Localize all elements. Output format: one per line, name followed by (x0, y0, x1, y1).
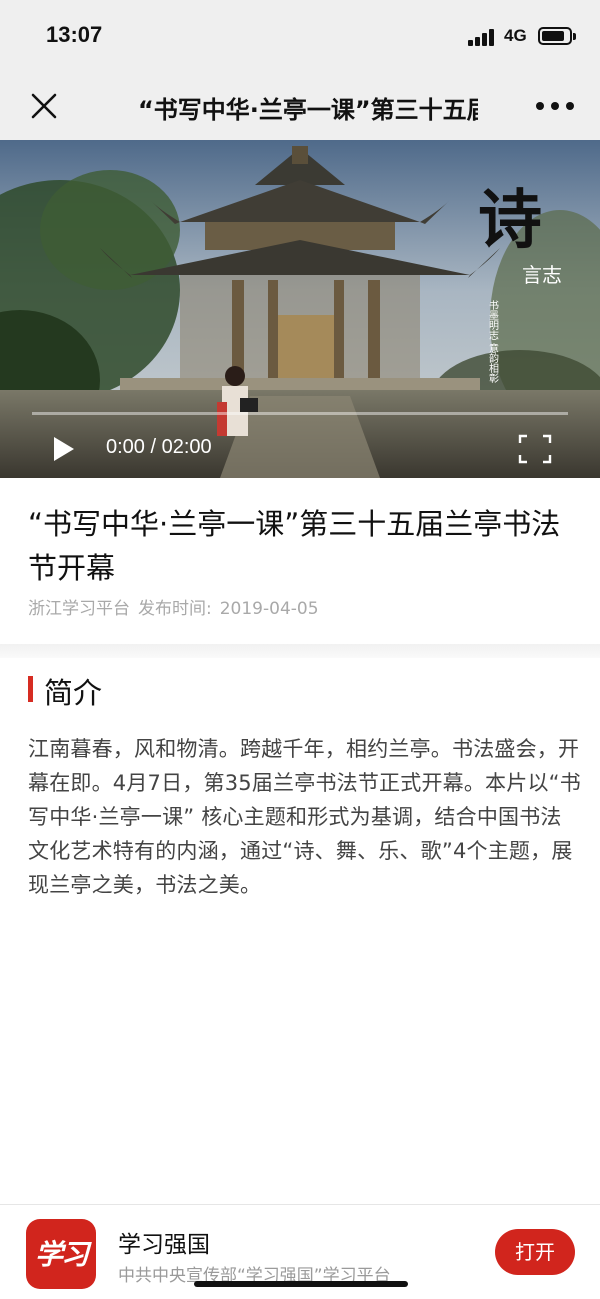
intro-body: 江南暮春，风和物清。跨越千年，相约兰亭。书法盛会，开幕在即。4月7日，第35届兰… (28, 737, 581, 897)
publish-date: 2019-04-05 (219, 599, 319, 619)
close-icon (31, 93, 57, 119)
article-title: “书写中华·兰亭一课”第三十五届兰亭书法节开幕 (28, 507, 561, 585)
intro-heading: 简介 (44, 676, 103, 710)
video-time-display: 0:00 / 02:00 (106, 436, 212, 458)
network-label: 4G (504, 26, 527, 45)
more-button[interactable] (536, 102, 576, 112)
video-thumbnail: 诗 言志 书墨明志 意韵相彰 (0, 140, 600, 478)
signal-icon (468, 28, 498, 46)
play-icon (54, 437, 74, 461)
home-indicator (194, 1281, 408, 1287)
more-icon (536, 102, 544, 110)
battery-icon (538, 27, 576, 45)
nav-title: “书写中华·兰亭一课”第三十五届兰亭书法节开幕 (138, 96, 478, 124)
fullscreen-icon (518, 434, 552, 464)
video-calligraphy-subtitle: 言志 (522, 263, 562, 287)
section-accent-bar (28, 676, 33, 702)
video-player[interactable]: 诗 言志 书墨明志 意韵相彰 0:00 / 02:00 (0, 140, 600, 478)
video-progress-bar[interactable] (32, 412, 568, 415)
app-logo-text: 学习 (34, 1238, 89, 1271)
fullscreen-button[interactable] (518, 434, 552, 464)
publish-label: 发布时间: (138, 599, 212, 619)
video-calligraphy-vertical: 书墨明志 意韵相彰 (487, 300, 499, 384)
app-name: 学习强国 (118, 1232, 210, 1258)
close-button[interactable] (28, 90, 60, 122)
video-calligraphy-main: 诗 (478, 183, 542, 258)
article-source[interactable]: 浙江学习平台 (28, 599, 130, 619)
article-meta: 浙江学习平台 发布时间: 2019-04-05 (28, 594, 319, 619)
section-divider (0, 644, 600, 658)
play-button[interactable] (52, 436, 76, 462)
status-time: 13:07 (46, 22, 103, 47)
open-app-button[interactable]: 打开 (495, 1229, 575, 1275)
status-bar: 13:07 4G (0, 0, 600, 72)
nav-bar: “书写中华·兰亭一课”第三十五届兰亭书法节开幕 (0, 72, 600, 140)
app-logo: 学习 (26, 1219, 96, 1289)
